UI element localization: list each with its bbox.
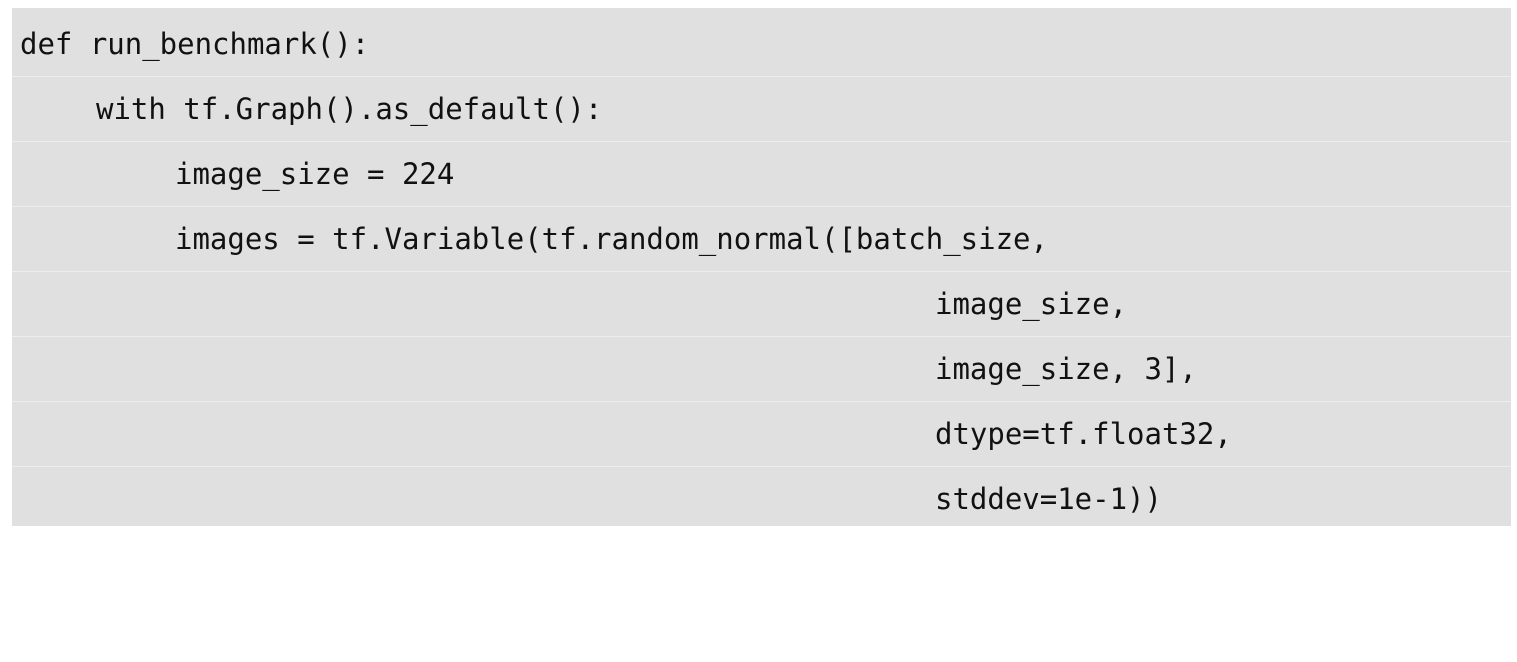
code-text: image_size, 3], [935,352,1197,386]
code-line-5: image_size, [12,272,1511,337]
code-text: images = tf.Variable(tf.random_normal([b… [175,222,1048,256]
code-line-8: stddev=1e-1)) [12,467,1511,526]
code-line-7: dtype=tf.float32, [12,402,1511,467]
code-line-1: def run_benchmark(): [12,12,1511,77]
code-text: image_size = 224 [175,157,455,191]
code-text: with tf.Graph().as_default(): [96,92,603,126]
code-text: image_size, [935,287,1128,321]
code-line-6: image_size, 3], [12,337,1511,402]
code-block: def run_benchmark(): with tf.Graph().as_… [12,8,1511,526]
code-text: dtype=tf.float32, [935,417,1232,451]
code-line-2: with tf.Graph().as_default(): [12,77,1511,142]
code-line-3: image_size = 224 [12,142,1511,207]
code-text: def run_benchmark(): [20,27,370,61]
code-text: stddev=1e-1)) [935,482,1162,516]
code-line-4: images = tf.Variable(tf.random_normal([b… [12,207,1511,272]
